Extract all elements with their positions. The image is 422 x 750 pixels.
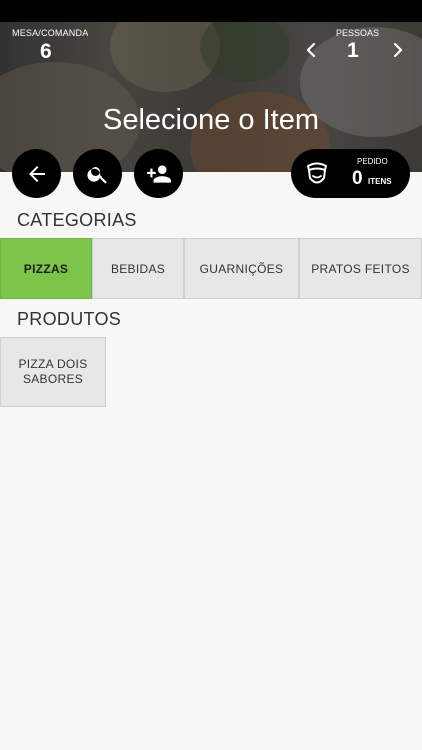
pedido-unit: ITENS — [368, 177, 392, 186]
product-item-pizza-dois-sabores[interactable]: PIZZA DOIS SABORES — [0, 337, 106, 407]
pedido-count: 0 — [352, 168, 363, 189]
products-title: PRODUTOS — [17, 309, 122, 329]
pessoas-label: PESSOAS — [336, 28, 380, 38]
person-add-icon — [146, 164, 171, 183]
categories-title: CATEGORIAS — [17, 210, 137, 230]
mesa-comanda: MESA/COMANDA 6 — [12, 28, 89, 63]
search-icon — [86, 166, 107, 184]
add-person-button[interactable] — [134, 149, 183, 198]
arrow-left-icon — [28, 165, 45, 182]
mesa-label: MESA/COMANDA — [12, 28, 89, 38]
tab-pratos-feitos[interactable]: PRATOS FEITOS — [299, 238, 422, 299]
mesa-value: 6 — [40, 40, 52, 63]
tab-bebidas[interactable]: BEBIDAS — [92, 238, 184, 299]
pedido-button[interactable]: PEDIDO 0 ITENS — [291, 149, 410, 198]
chevron-left-icon[interactable] — [303, 42, 319, 58]
tab-pizzas[interactable]: PIZZAS — [0, 238, 92, 299]
pessoas-value: 1 — [347, 39, 359, 62]
chef-hat-icon — [307, 162, 327, 184]
tab-guarnicoes[interactable]: GUARNIÇÕES — [184, 238, 299, 299]
pedido-label: PEDIDO — [357, 157, 388, 166]
search-button[interactable] — [73, 149, 122, 198]
back-button[interactable] — [12, 149, 61, 198]
page-title: Selecione o Item — [102, 104, 319, 136]
chevron-right-icon[interactable] — [390, 42, 406, 58]
category-tabs: PIZZAS BEBIDAS GUARNIÇÕES PRATOS FEITOS — [0, 238, 422, 299]
status-bar — [0, 0, 422, 22]
